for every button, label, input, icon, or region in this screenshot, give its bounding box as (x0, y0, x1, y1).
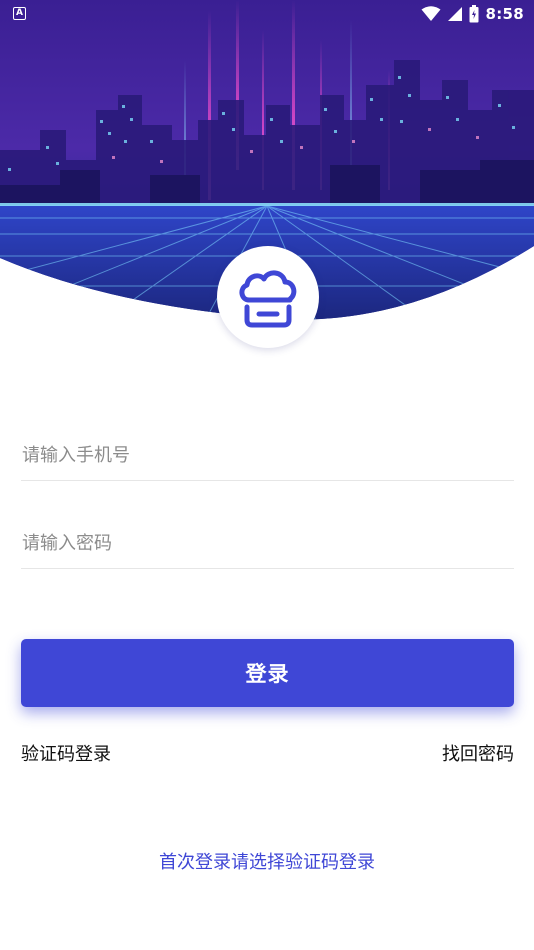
status-time: 8:58 (485, 5, 524, 23)
password-input[interactable] (21, 518, 515, 568)
app-logo (217, 246, 319, 348)
code-login-link[interactable]: 验证码登录 (21, 740, 111, 766)
password-field (21, 518, 515, 569)
phone-input[interactable] (21, 430, 515, 480)
login-button[interactable]: 登录 (21, 639, 514, 707)
cloud-printer-logo-icon (239, 270, 297, 328)
signal-icon (448, 7, 463, 21)
status-bar: A 8:58 (0, 0, 534, 28)
login-screen: A 8:58 请输入手机号 登录 验证码登录 找回密码 首次登录请选择验证码登录 (0, 0, 534, 950)
wifi-icon (421, 6, 441, 21)
phone-field (21, 430, 515, 481)
forgot-password-link[interactable]: 找回密码 (442, 740, 514, 766)
status-icons: 8:58 (421, 4, 524, 24)
app-notification-icon: A (13, 7, 26, 20)
battery-icon (469, 5, 479, 23)
first-login-tip-link[interactable]: 首次登录请选择验证码登录 (0, 848, 534, 874)
